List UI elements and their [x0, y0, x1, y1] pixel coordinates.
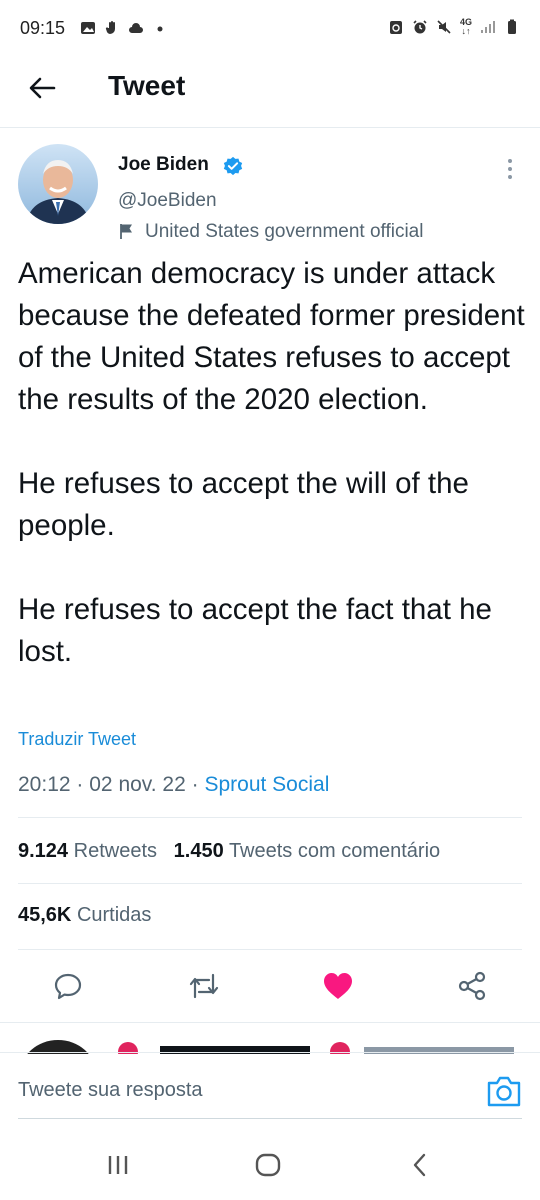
tweet-date: 02 nov. 22 — [89, 773, 186, 796]
tweet-stats: 9.124 Retweets 1.450 Tweets com comentár… — [18, 840, 440, 863]
home-icon — [255, 1153, 281, 1177]
divider — [18, 883, 522, 884]
verified-badge-icon — [223, 156, 243, 176]
retweet-button[interactable] — [184, 968, 224, 1004]
network-label: 4G — [459, 17, 472, 27]
page-title: Tweet — [108, 70, 186, 101]
recycle-icon — [389, 21, 402, 34]
likes-count: 45,6K — [18, 904, 72, 926]
tweet-source-link[interactable]: Sprout Social — [204, 773, 329, 796]
nav-back-button[interactable] — [400, 1148, 440, 1182]
status-left-icons — [80, 20, 168, 36]
share-button[interactable] — [452, 968, 492, 1004]
reply-input[interactable] — [18, 1068, 458, 1112]
retweets-count: 9.124 — [18, 840, 69, 862]
flag-icon — [120, 224, 132, 239]
battery-icon — [508, 19, 516, 34]
author-name[interactable]: Joe Biden — [118, 154, 209, 176]
heart-icon — [324, 973, 352, 999]
translate-tweet-link[interactable]: Traduzir Tweet — [18, 729, 136, 750]
retweets-stat[interactable]: 9.124 Retweets — [18, 840, 157, 862]
home-button[interactable] — [248, 1148, 288, 1182]
likes-label: Curtidas — [76, 904, 152, 926]
government-label[interactable]: United States government official — [145, 221, 423, 243]
4g-icon: 4G ↓↑ — [459, 17, 472, 36]
tweet-meta: 20:12 · 02 nov. 22 · Sprout Social — [18, 773, 329, 797]
divider — [18, 817, 522, 818]
divider — [0, 1022, 540, 1023]
status-right-icons: 4G ↓↑ — [388, 18, 520, 36]
status-time: 09:15 — [20, 18, 66, 38]
camera-icon — [487, 1076, 521, 1107]
header-divider — [0, 127, 540, 128]
meta-separator: · — [76, 773, 84, 796]
reply-button[interactable] — [48, 968, 88, 1004]
reply-underline — [18, 1118, 522, 1119]
camera-button[interactable] — [486, 1074, 522, 1108]
quotes-count: 1.450 — [173, 840, 224, 862]
share-icon — [458, 971, 486, 1001]
likes-stat[interactable]: 45,6K Curtidas — [18, 904, 151, 927]
reply-divider — [0, 1052, 540, 1053]
more-vertical-icon — [508, 159, 512, 179]
avatar-image — [18, 144, 98, 224]
reply-icon — [54, 973, 82, 1000]
tweet-text: American democracy is under attack becau… — [18, 257, 525, 668]
recents-icon — [108, 1156, 128, 1174]
more-options-button[interactable] — [498, 156, 522, 184]
like-button[interactable] — [318, 968, 358, 1004]
retweets-label: Retweets — [73, 840, 157, 862]
signal-icon — [481, 21, 495, 33]
arrow-left-icon — [29, 77, 56, 99]
tweet-time: 20:12 — [18, 773, 71, 796]
alarm-icon — [413, 20, 427, 34]
author-handle[interactable]: @JoeBiden — [118, 190, 217, 212]
recents-button[interactable] — [98, 1148, 138, 1182]
divider — [18, 949, 522, 950]
quotes-label: Tweets com comentário — [228, 840, 441, 862]
cloud-icon — [129, 23, 143, 33]
image-icon — [81, 22, 95, 34]
meta-separator: · — [191, 773, 199, 796]
hand-icon — [105, 21, 115, 34]
mute-icon — [437, 20, 451, 34]
avatar[interactable] — [18, 144, 98, 224]
dot-icon — [157, 26, 163, 32]
chevron-left-icon — [413, 1153, 426, 1177]
back-button[interactable] — [20, 66, 64, 110]
quotes-stat[interactable]: 1.450 Tweets com comentário — [174, 840, 440, 862]
retweet-icon — [189, 973, 219, 999]
